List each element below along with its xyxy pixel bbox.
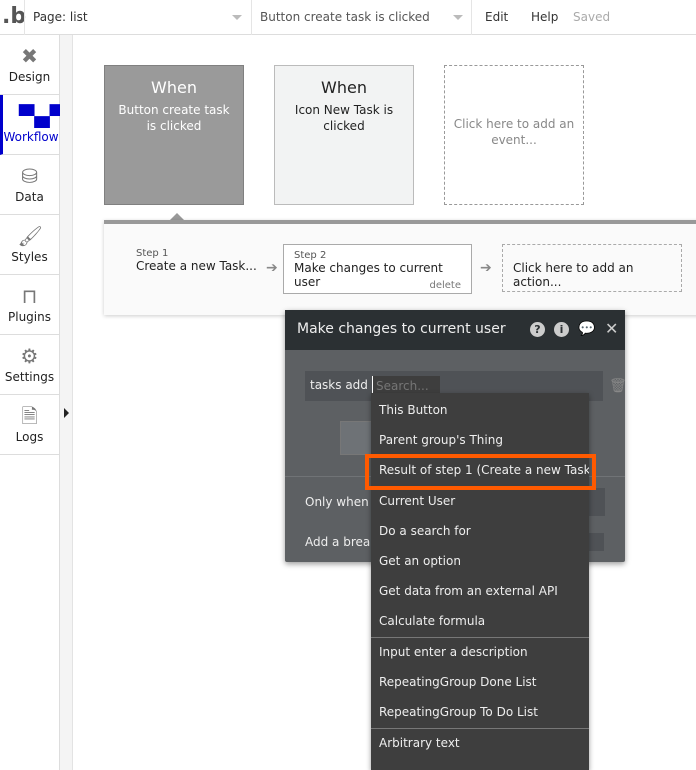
- selected-pointer: [170, 213, 184, 220]
- popup-title: Make changes to current user: [297, 321, 506, 337]
- sidebar-item-data[interactable]: ⛁ Data: [0, 155, 59, 215]
- event-when: When: [151, 78, 197, 97]
- step-1[interactable]: Step 1 Create a new Task...: [136, 248, 257, 273]
- close-icon[interactable]: ✕: [605, 319, 618, 338]
- option-this-button[interactable]: This Button: [371, 395, 589, 425]
- option-input-description[interactable]: Input enter a description: [371, 637, 589, 667]
- step-label: Step 1: [136, 248, 169, 259]
- sidebar-item-logs[interactable]: 🗎 Logs: [0, 395, 59, 455]
- sidebar-item-label: Data: [15, 190, 44, 204]
- option-current-user[interactable]: Current User: [371, 486, 589, 516]
- option-do-a-search[interactable]: Do a search for: [371, 516, 589, 546]
- expand-arrow-icon[interactable]: [64, 408, 69, 418]
- comment-icon[interactable]: 💬: [578, 321, 595, 337]
- add-event-text: Click here to add an event...: [453, 117, 575, 147]
- event-selector[interactable]: Button create task is clicked: [251, 0, 471, 35]
- info-icon[interactable]: i: [554, 322, 569, 337]
- event-when: When: [321, 78, 367, 97]
- trash-icon[interactable]: 🗑: [609, 378, 627, 394]
- top-bar: .b Page: list Button create task is clic…: [0, 0, 696, 35]
- page-selector-label: Page: list: [33, 10, 88, 24]
- add-break-label: Add a break: [305, 535, 378, 549]
- saved-status: Saved: [573, 10, 611, 24]
- event-card-icon-new-task[interactable]: When Icon New Task is clicked: [274, 65, 414, 205]
- help-menu[interactable]: Help: [531, 10, 558, 24]
- add-action-button[interactable]: Click here to add an action...: [502, 244, 682, 292]
- option-external-api[interactable]: Get data from an external API: [371, 576, 589, 606]
- arrow-right-icon: ➔: [266, 260, 278, 276]
- edit-menu[interactable]: Edit: [485, 10, 508, 24]
- chevron-down-icon: [232, 15, 242, 20]
- event-text: Button create task is clicked: [118, 103, 230, 133]
- delete-step-link[interactable]: delete: [429, 280, 461, 291]
- panel-toggle-strip[interactable]: [60, 35, 73, 770]
- action-bar: Step 1 Create a new Task... ➔ Step 2 Mak…: [104, 220, 696, 315]
- chevron-down-icon: [453, 15, 463, 20]
- sidebar-item-label: Styles: [11, 250, 48, 264]
- option-calculate-formula[interactable]: Calculate formula: [371, 606, 589, 636]
- highlight-annotation: [365, 454, 596, 490]
- sidebar-item-label: Plugins: [8, 310, 51, 324]
- help-icon[interactable]: ?: [530, 322, 545, 337]
- step-2[interactable]: Step 2 Make changes to current user dele…: [283, 244, 472, 294]
- add-event-button[interactable]: Click here to add an event...: [444, 65, 584, 205]
- database-icon: ⛁: [21, 164, 38, 188]
- sidebar-item-design[interactable]: ✖ Design: [0, 35, 59, 95]
- field-label: tasks add: [310, 378, 368, 392]
- only-when-label: Only when: [305, 495, 369, 509]
- document-icon: 🗎: [21, 404, 38, 428]
- option-rg-todo-list[interactable]: RepeatingGroup To Do List: [371, 697, 589, 727]
- event-card-button-create-task[interactable]: When Button create task is clicked: [104, 65, 244, 205]
- dynamic-data-dropdown: This Button Parent group's Thing Result …: [371, 393, 589, 770]
- sidebar-item-settings[interactable]: ⚙ Settings: [0, 335, 59, 395]
- workflow-icon: ▀▄▀: [19, 104, 66, 128]
- sidebar-item-label: Logs: [15, 430, 44, 444]
- bubble-logo[interactable]: .b: [2, 4, 26, 29]
- design-icon: ✖: [21, 44, 38, 68]
- sidebar-item-styles[interactable]: 🖌 Styles: [0, 215, 59, 275]
- sidebar-item-label: Design: [8, 70, 51, 84]
- page-selector[interactable]: Page: list: [24, 0, 250, 35]
- sidebar: ✖ Design ▀▄▀ Workflow ⛁ Data 🖌 Styles ⊓ Plugi…: [0, 35, 66, 770]
- sidebar-item-plugins[interactable]: ⊓ Plugins: [0, 275, 59, 335]
- arrow-right-icon: ➔: [480, 260, 492, 276]
- option-arbitrary-text[interactable]: Arbitrary text: [371, 728, 589, 758]
- brush-icon: 🖌: [17, 224, 43, 248]
- gear-icon: ⚙: [20, 344, 39, 368]
- option-get-an-option[interactable]: Get an option: [371, 546, 589, 576]
- sidebar-item-label: Workflow: [3, 130, 59, 144]
- option-rg-done-list[interactable]: RepeatingGroup Done List: [371, 667, 589, 697]
- sidebar-item-label: Settings: [4, 370, 55, 384]
- step-label: Step 2: [294, 250, 327, 261]
- event-selector-label: Button create task is clicked: [260, 10, 430, 24]
- option-parent-group-thing[interactable]: Parent group's Thing: [371, 425, 589, 455]
- event-text: Icon New Task is clicked: [294, 103, 394, 133]
- step-text: Create a new Task...: [136, 259, 257, 273]
- plugins-icon: ⊓: [21, 284, 38, 308]
- sidebar-item-workflow[interactable]: ▀▄▀ Workflow: [0, 95, 66, 155]
- popup-header: Make changes to current user: [285, 310, 625, 350]
